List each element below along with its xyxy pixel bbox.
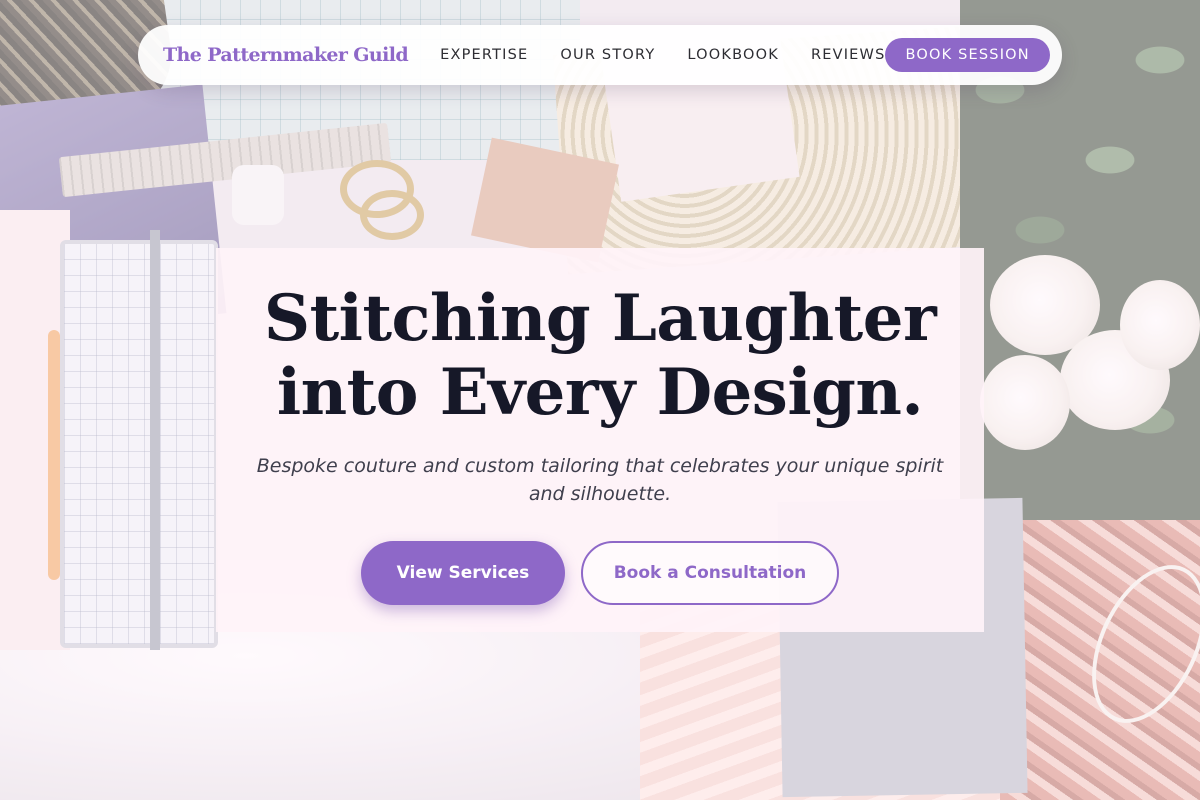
brand-logo[interactable]: The Patternmaker Guild: [163, 44, 409, 66]
nav-link-expertise[interactable]: EXPERTISE: [440, 47, 528, 63]
hero-subtitle: Bespoke couture and custom tailoring tha…: [256, 455, 944, 505]
nav-link-reviews[interactable]: REVIEWS: [811, 47, 886, 63]
hero-panel: Stitching Laughter into Every Design. Be…: [216, 248, 984, 632]
view-services-button[interactable]: View Services: [361, 541, 565, 605]
page: The Patternmaker Guild EXPERTISE OUR STO…: [0, 0, 1200, 800]
top-navigation: The Patternmaker Guild EXPERTISE OUR STO…: [138, 25, 1062, 85]
hero-title-line-1: Stitching Laughter: [263, 281, 937, 356]
hero-title: Stitching Laughter into Every Design.: [216, 282, 984, 430]
hero-title-line-2: into Every Design.: [276, 355, 924, 430]
nav-links: EXPERTISE OUR STORY LOOKBOOK REVIEWS: [440, 47, 885, 63]
book-consultation-button[interactable]: Book a Consultation: [581, 541, 839, 605]
nav-link-lookbook[interactable]: LOOKBOOK: [687, 47, 779, 63]
book-session-button[interactable]: BOOK SESSION: [885, 38, 1050, 72]
hero-actions: View Services Book a Consultation: [216, 541, 984, 605]
nav-link-our-story[interactable]: OUR STORY: [560, 47, 655, 63]
